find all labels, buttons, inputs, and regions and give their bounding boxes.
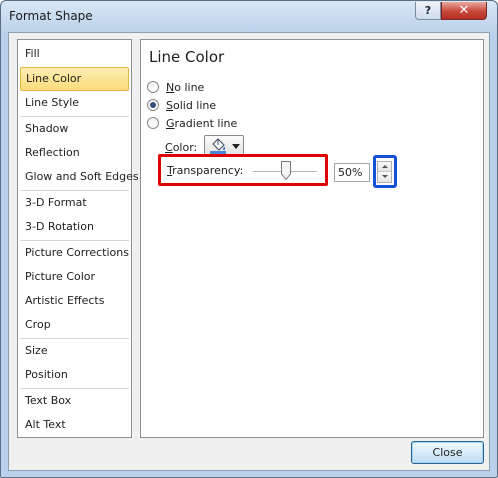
solid-line-radio[interactable] <box>147 99 159 111</box>
spinner-highlight-box <box>373 155 397 188</box>
nav-item-size[interactable]: Size <box>20 339 129 363</box>
access-key: N <box>166 80 175 94</box>
format-shape-dialog: Format Shape ? ✕ Fill Line Color Line St… <box>0 0 498 478</box>
nav-item-shadow[interactable]: Shadow <box>20 117 129 141</box>
no-line-label[interactable]: No line <box>166 81 204 94</box>
solid-line-label[interactable]: Solid line <box>166 99 216 112</box>
section-title: Line Color <box>149 48 225 66</box>
access-key: G <box>166 116 175 130</box>
nav-item-line-color[interactable]: Line Color <box>20 67 129 91</box>
color-label: Color: <box>165 141 197 154</box>
no-line-option[interactable]: No line <box>147 79 204 95</box>
access-key: S <box>166 98 173 112</box>
nav-item-text-box[interactable]: Text Box <box>20 389 129 413</box>
nav-item-line-style[interactable]: Line Style <box>20 91 129 115</box>
close-button[interactable]: Close <box>411 441 484 464</box>
label-text: olid line <box>172 98 217 112</box>
gradient-line-option[interactable]: Gradient line <box>147 115 237 131</box>
nav-item-picture-corrections[interactable]: Picture Corrections <box>20 241 129 265</box>
category-list: Fill Line Color Line Style Shadow Reflec… <box>17 39 139 438</box>
nav-item-fill[interactable]: Fill <box>20 42 129 66</box>
nav-item-crop[interactable]: Crop <box>20 313 129 337</box>
help-button[interactable]: ? <box>415 2 441 20</box>
nav-item-3d-format[interactable]: 3-D Format <box>20 191 129 215</box>
paint-bucket-icon <box>210 138 226 154</box>
nav-item-reflection[interactable]: Reflection <box>20 141 129 165</box>
nav-item-position[interactable]: Position <box>20 363 129 387</box>
access-key: C <box>165 141 173 154</box>
nav-item-picture-color[interactable]: Picture Color <box>20 265 129 289</box>
solid-line-option[interactable]: Solid line <box>147 97 216 113</box>
nav-item-glow-soft-edges[interactable]: Glow and Soft Edges <box>20 165 139 189</box>
gradient-line-radio[interactable] <box>147 117 159 129</box>
chevron-down-icon <box>232 144 240 149</box>
label-text: olor: <box>172 141 198 154</box>
dialog-body: Fill Line Color Line Style Shadow Reflec… <box>8 32 490 471</box>
nav-item-artistic-effects[interactable]: Artistic Effects <box>20 289 129 313</box>
nav-item-3d-rotation[interactable]: 3-D Rotation <box>20 215 129 239</box>
window-title: Format Shape <box>9 9 93 23</box>
gradient-line-label[interactable]: Gradient line <box>166 117 237 130</box>
transparency-highlight-box <box>158 154 328 186</box>
no-line-radio[interactable] <box>147 81 159 93</box>
window-close-button[interactable]: ✕ <box>441 2 487 20</box>
settings-panel: Line Color No line Solid line Gradient l… <box>140 39 484 438</box>
label-text: radient line <box>174 116 238 130</box>
title-bar[interactable]: Format Shape ? ✕ <box>1 1 497 33</box>
transparency-input[interactable]: 50% <box>334 163 370 182</box>
label-text: o line <box>174 80 205 94</box>
nav-item-alt-text[interactable]: Alt Text <box>20 413 129 437</box>
